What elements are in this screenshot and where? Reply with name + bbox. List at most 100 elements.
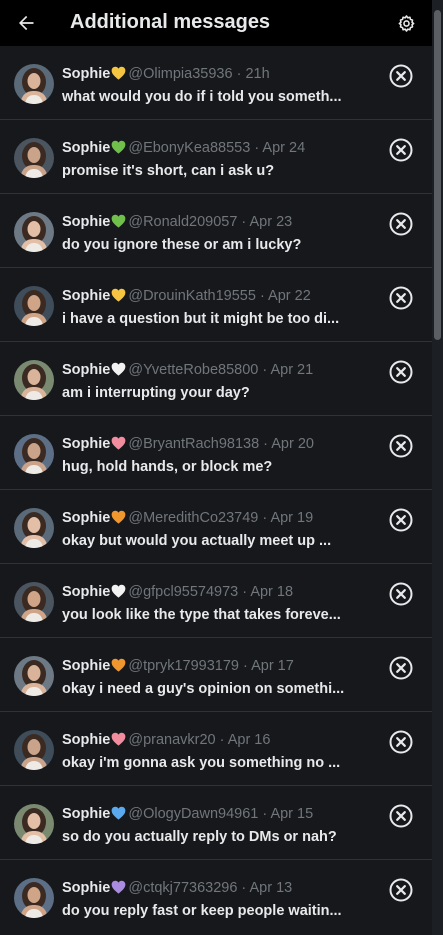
close-circle-icon — [389, 582, 413, 606]
close-circle-icon — [389, 804, 413, 828]
scrollbar[interactable] — [432, 0, 443, 935]
orange-heart-icon — [111, 658, 126, 677]
settings-button[interactable] — [393, 10, 419, 36]
message-preview: okay i'm gonna ask you something no ... — [62, 755, 341, 771]
message-request-row[interactable]: Sophie @gfpcl95574973 · Apr 18 you look l… — [0, 564, 432, 638]
timestamp: Apr 20 — [271, 436, 314, 452]
avatar[interactable] — [14, 138, 54, 178]
close-circle-icon — [389, 360, 413, 384]
message-request-row[interactable]: Sophie @MeredithCo23749 · Apr 19 okay but… — [0, 490, 432, 564]
sender-name: Sophie — [62, 658, 111, 674]
purple-heart-icon — [111, 880, 126, 899]
green-heart-icon — [111, 214, 126, 233]
avatar[interactable] — [14, 582, 54, 622]
sender-handle: @gfpcl95574973 — [128, 584, 239, 600]
separator-dot: · — [237, 214, 250, 230]
sender-name: Sophie — [62, 214, 111, 230]
dismiss-button[interactable] — [388, 63, 414, 89]
separator-dot: · — [259, 436, 272, 452]
message-request-row[interactable]: Sophie @DrouinKath19555 · Apr 22 i have a… — [0, 268, 432, 342]
message-preview: do you ignore these or am i lucky? — [62, 237, 302, 253]
avatar[interactable] — [14, 286, 54, 326]
dismiss-button[interactable] — [388, 285, 414, 311]
close-circle-icon — [389, 730, 413, 754]
close-circle-icon — [389, 508, 413, 532]
sender-info: Sophie @YvetteRobe85800 · Apr 21 — [62, 361, 374, 381]
close-circle-icon — [389, 212, 413, 236]
sender-name: Sophie — [62, 288, 111, 304]
dismiss-button[interactable] — [388, 211, 414, 237]
sender-info: Sophie @gfpcl95574973 · Apr 18 — [62, 583, 374, 603]
sender-handle: @EbonyKea88553 — [128, 140, 251, 156]
pink-heart-icon — [111, 436, 126, 455]
sender-handle: @YvetteRobe85800 — [128, 362, 259, 378]
sender-handle: @MeredithCo23749 — [128, 510, 259, 526]
sender-info: Sophie @MeredithCo23749 · Apr 19 — [62, 509, 374, 529]
dismiss-button[interactable] — [388, 877, 414, 903]
arrow-left-icon — [19, 15, 34, 31]
white-heart-icon — [111, 362, 126, 381]
sender-info: Sophie @ctqkj77363296 · Apr 13 — [62, 879, 374, 899]
message-request-row[interactable]: Sophie @OlogyDawn94961 · Apr 15 so do you… — [0, 786, 432, 860]
sender-info: Sophie @Ronald209057 · Apr 23 — [62, 213, 374, 233]
sender-name: Sophie — [62, 510, 111, 526]
message-request-row[interactable]: Sophie @BryantRach98138 · Apr 20 hug, hol… — [0, 416, 432, 490]
scrollbar-thumb[interactable] — [434, 10, 441, 340]
message-preview: okay i need a guy's opinion on somethi..… — [62, 681, 345, 697]
dismiss-button[interactable] — [388, 507, 414, 533]
sender-handle: @Olimpia35936 — [128, 66, 233, 82]
message-preview: so do you actually reply to DMs or nah? — [62, 829, 337, 845]
message-request-row[interactable]: Sophie @EbonyKea88553 · Apr 24 promise it… — [0, 120, 432, 194]
sender-info: Sophie @Olimpia35936 · 21h — [62, 65, 374, 85]
timestamp: Apr 22 — [268, 288, 311, 304]
sender-info: Sophie @pranavkr20 · Apr 16 — [62, 731, 374, 751]
sender-handle: @BryantRach98138 — [128, 436, 260, 452]
avatar[interactable] — [14, 360, 54, 400]
dismiss-button[interactable] — [388, 359, 414, 385]
avatar[interactable] — [14, 434, 54, 474]
separator-dot: · — [239, 658, 252, 674]
close-circle-icon — [389, 138, 413, 162]
dismiss-button[interactable] — [388, 803, 414, 829]
separator-dot: · — [250, 140, 263, 156]
message-preview: promise it's short, can i ask u? — [62, 163, 275, 179]
avatar[interactable] — [14, 212, 54, 252]
dismiss-button[interactable] — [388, 581, 414, 607]
avatar[interactable] — [14, 64, 54, 104]
gear-icon — [398, 14, 414, 32]
separator-dot: · — [232, 66, 246, 82]
sender-handle: @ctqkj77363296 — [128, 880, 238, 896]
message-request-row[interactable]: Sophie @Ronald209057 · Apr 23 do you igno… — [0, 194, 432, 268]
dismiss-button[interactable] — [388, 655, 414, 681]
dismiss-button[interactable] — [388, 433, 414, 459]
message-request-row[interactable]: Sophie @Olimpia35936 · 21h what would you… — [0, 46, 432, 120]
dismiss-button[interactable] — [388, 729, 414, 755]
sender-info: Sophie @OlogyDawn94961 · Apr 15 — [62, 805, 374, 825]
sender-name: Sophie — [62, 880, 111, 896]
sender-name: Sophie — [62, 436, 111, 452]
message-preview: you look like the type that takes foreve… — [62, 607, 341, 623]
message-request-row[interactable]: Sophie @pranavkr20 · Apr 16 okay i'm gonn… — [0, 712, 432, 786]
pink-heart-icon — [111, 732, 126, 751]
avatar[interactable] — [14, 730, 54, 770]
separator-dot: · — [258, 362, 271, 378]
close-circle-icon — [389, 434, 413, 458]
separator-dot: · — [258, 510, 271, 526]
avatar[interactable] — [14, 508, 54, 548]
message-request-row[interactable]: Sophie @ctqkj77363296 · Apr 13 do you rep… — [0, 860, 432, 934]
page-title: Additional messages — [70, 11, 271, 33]
avatar[interactable] — [14, 656, 54, 696]
message-request-row[interactable]: Sophie @tpryk17993179 · Apr 17 okay i nee… — [0, 638, 432, 712]
message-request-list: Sophie @Olimpia35936 · 21h what would you… — [0, 46, 432, 934]
timestamp: Apr 21 — [270, 362, 314, 378]
separator-dot: · — [258, 806, 271, 822]
avatar[interactable] — [14, 878, 54, 918]
timestamp: Apr 24 — [262, 140, 306, 156]
yellow-heart-icon — [111, 66, 126, 85]
message-preview: okay but would you actually meet up ... — [62, 533, 332, 549]
message-request-row[interactable]: Sophie @YvetteRobe85800 · Apr 21 am i int… — [0, 342, 432, 416]
dismiss-button[interactable] — [388, 137, 414, 163]
timestamp: Apr 15 — [270, 806, 314, 822]
back-button[interactable] — [12, 9, 40, 37]
avatar[interactable] — [14, 804, 54, 844]
